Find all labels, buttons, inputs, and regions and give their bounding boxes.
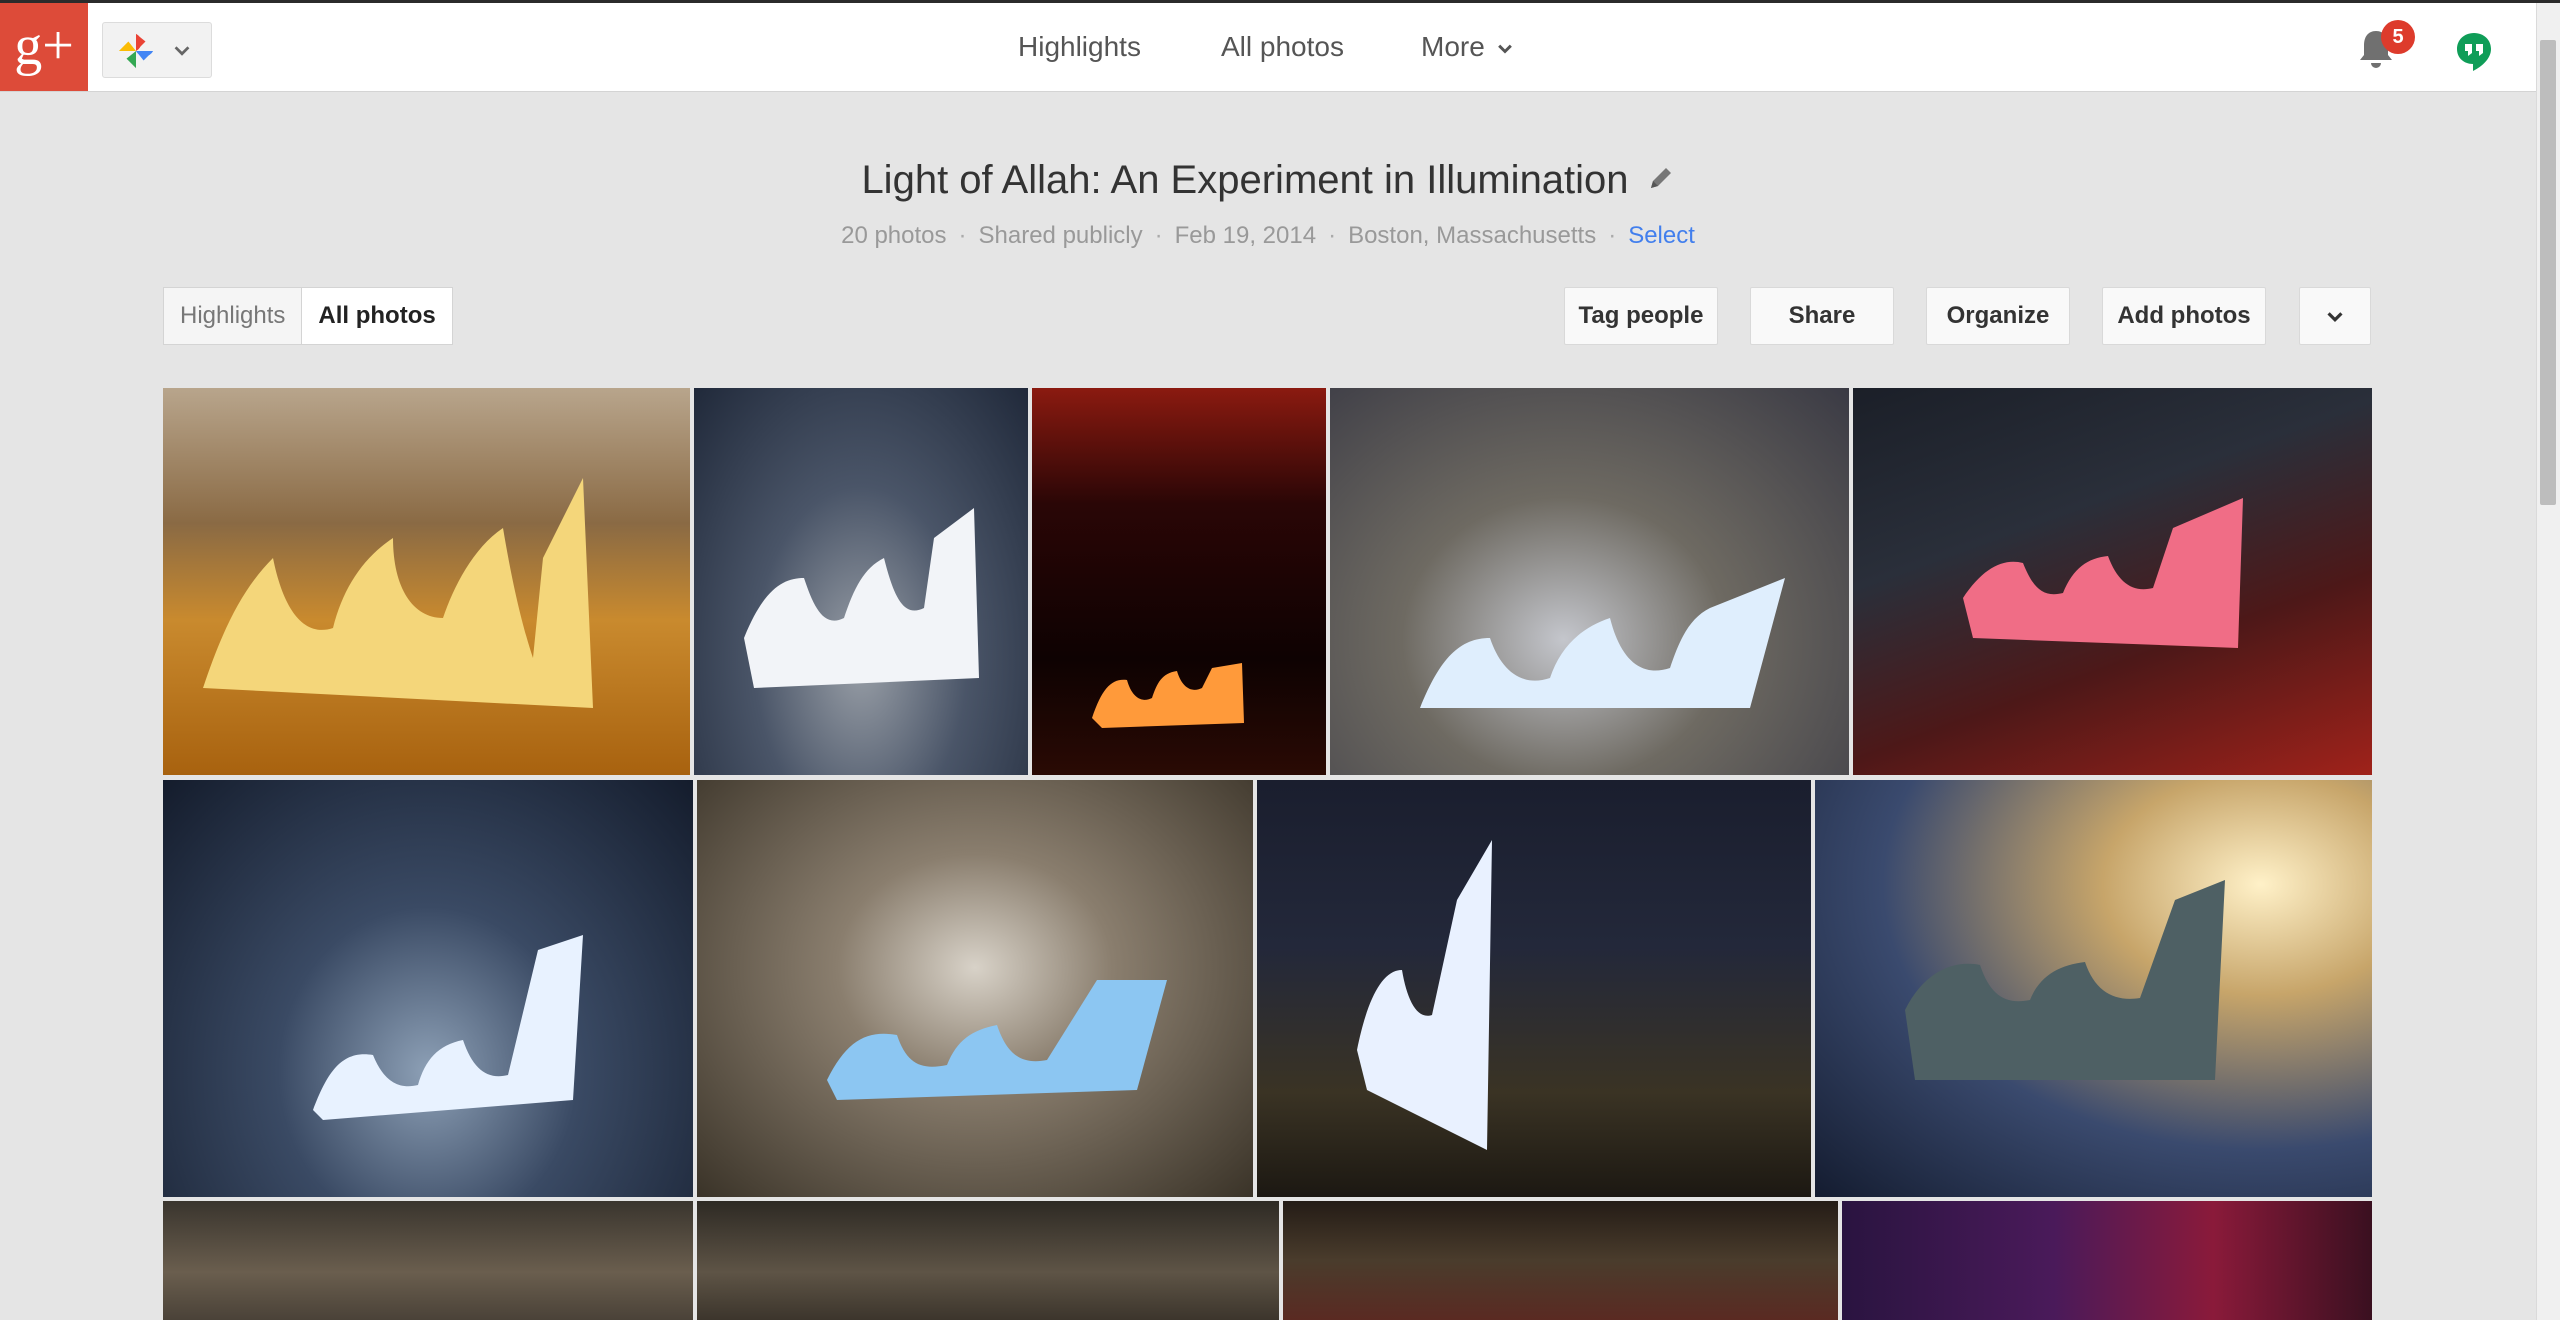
photo-thumbnail[interactable]: [163, 388, 690, 775]
select-link[interactable]: Select: [1628, 222, 1695, 249]
photo-image: [203, 478, 593, 708]
photo-thumbnail[interactable]: [1283, 1201, 1838, 1320]
photo-thumbnail[interactable]: [1330, 388, 1849, 775]
toggle-all-photos[interactable]: All photos: [302, 288, 452, 344]
photo-thumbnail[interactable]: [1853, 388, 2372, 775]
nav-all-photos[interactable]: All photos: [1221, 31, 1344, 63]
album-title-row: Light of Allah: An Experiment in Illumin…: [0, 158, 2536, 203]
share-button[interactable]: Share: [1750, 287, 1894, 345]
hangouts-icon[interactable]: [2455, 31, 2493, 73]
organize-button[interactable]: Organize: [1926, 287, 2070, 345]
photo-image: [744, 508, 979, 688]
album-meta: 20 photos · Shared publicly · Feb 19, 2014 · B…: [0, 222, 2536, 250]
view-toggle: Highlights All photos: [163, 287, 453, 345]
photo-image: [1357, 840, 1492, 1150]
chevron-down-icon: [1497, 44, 1512, 54]
photo-image: [1963, 498, 2243, 648]
photo-thumbnail[interactable]: [697, 1201, 1279, 1320]
pencil-icon[interactable]: [1647, 164, 1675, 192]
photo-thumbnail[interactable]: [163, 1201, 693, 1320]
separator-dot: ·: [1608, 222, 1617, 249]
top-nav: Highlights All photos More: [0, 3, 2536, 91]
photo-thumbnail[interactable]: [697, 780, 1253, 1197]
top-bar: g+ Highlights All photos More 5: [0, 3, 2536, 92]
photo-thumbnail[interactable]: [1842, 1201, 2372, 1320]
scrollbar-thumb[interactable]: [2540, 40, 2556, 505]
photo-image: [827, 980, 1167, 1100]
nav-highlights[interactable]: Highlights: [1018, 31, 1141, 63]
photo-image: [1092, 663, 1244, 728]
photo-thumbnail[interactable]: [1815, 780, 2372, 1197]
photo-thumbnail[interactable]: [1257, 780, 1811, 1197]
more-actions-button[interactable]: [2299, 287, 2371, 345]
tag-people-button[interactable]: Tag people: [1564, 287, 1718, 345]
album-location[interactable]: Boston, Massachusetts: [1348, 222, 1596, 249]
photo-thumbnail[interactable]: [163, 780, 693, 1197]
separator-dot: ·: [1328, 222, 1337, 249]
album-date: Feb 19, 2014: [1174, 222, 1317, 249]
notification-count-badge[interactable]: 5: [2381, 20, 2415, 54]
photo-thumbnail[interactable]: [694, 388, 1028, 775]
photo-image: [1905, 880, 2225, 1080]
photo-image: [313, 935, 583, 1120]
separator-dot: ·: [958, 222, 967, 249]
add-photos-button[interactable]: Add photos: [2102, 287, 2266, 345]
nav-more[interactable]: More: [1421, 31, 1515, 63]
photo-count: 20 photos: [841, 222, 947, 249]
separator-dot: ·: [1154, 222, 1163, 249]
toggle-highlights[interactable]: Highlights: [164, 288, 303, 344]
visibility: Shared publicly: [978, 222, 1143, 249]
nav-more-label: More: [1421, 31, 1485, 62]
album-title: Light of Allah: An Experiment in Illumin…: [861, 158, 1629, 202]
photo-image: [1420, 578, 1785, 708]
chevron-down-icon: [2327, 311, 2343, 322]
photo-thumbnail[interactable]: [1032, 388, 1326, 775]
